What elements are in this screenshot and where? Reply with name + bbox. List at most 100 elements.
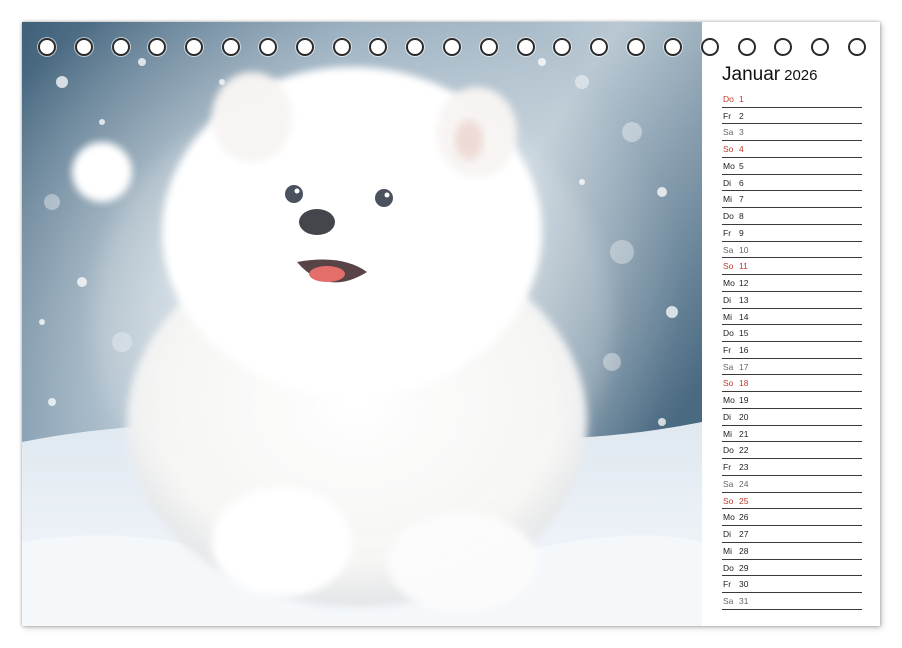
day-weekday: Fr (723, 345, 732, 356)
month-name: Januar (722, 64, 781, 85)
day-weekday: Mi (723, 311, 732, 322)
day-weekday: Mo (723, 278, 735, 289)
day-list: Do 1 Fr 2 Sa 3 So 4 Mo 5 Di 6 Mi 7 Do 8 Fr 9 Sa 10 So 11 Mo 12 D… (722, 91, 862, 610)
day-number: 23 (739, 462, 749, 473)
binding-ring (148, 38, 167, 56)
day-number: 30 (739, 579, 749, 590)
day-number: 31 (739, 596, 749, 607)
day-row: Do 1 (722, 91, 862, 108)
day-weekday: Sa (723, 127, 734, 138)
day-row: Do 15 (722, 325, 862, 343)
day-row: Mi 14 (722, 309, 862, 326)
day-number: 11 (739, 261, 748, 272)
binding-ring (590, 38, 609, 56)
day-number: 21 (739, 428, 749, 439)
day-number: 14 (739, 311, 749, 322)
day-row: Sa 3 (722, 124, 862, 142)
day-row: Mi 21 (722, 426, 862, 443)
day-weekday: Do (723, 445, 734, 456)
binding-ring (295, 38, 314, 56)
month-panel: Januar 2026 Do 1 Fr 2 Sa 3 So 4 Mo 5 Di 6 Mi 7 Do 8 Fr 9 Sa… (722, 22, 880, 626)
binding-ring (258, 38, 277, 56)
day-weekday: Do (723, 562, 734, 573)
day-number: 9 (739, 227, 744, 238)
day-weekday: Fr (723, 110, 732, 121)
day-row: Sa 31 (722, 593, 862, 610)
day-weekday: Fr (723, 227, 732, 238)
binding-ring (111, 38, 130, 56)
day-weekday: Do (723, 94, 734, 104)
day-number: 15 (739, 328, 749, 339)
day-weekday: Mo (723, 512, 735, 523)
month-year: 2026 (784, 67, 818, 84)
day-row: Do 29 (722, 560, 862, 577)
day-weekday: Sa (723, 244, 734, 255)
day-row: Do 22 (722, 442, 862, 460)
day-row: Fr 30 (722, 576, 862, 594)
day-weekday: Sa (723, 361, 734, 372)
binding-ring (38, 38, 56, 56)
binding-ring (443, 38, 461, 56)
binding-ring (74, 38, 93, 56)
day-weekday: So (723, 495, 734, 506)
day-row: So 11 (722, 258, 862, 276)
day-row: Sa 17 (722, 359, 862, 376)
day-row: Di 6 (722, 175, 862, 192)
day-weekday: Sa (723, 596, 734, 607)
day-weekday: Sa (723, 478, 734, 489)
day-weekday: Di (723, 294, 732, 305)
day-weekday: Do (723, 211, 734, 222)
day-number: 20 (739, 411, 749, 422)
month-title: Januar 2026 (722, 64, 817, 86)
snowball (72, 142, 132, 202)
day-weekday: Do (723, 328, 734, 339)
day-weekday: So (723, 261, 734, 272)
day-row: Do 8 (722, 208, 862, 225)
day-number: 24 (739, 478, 749, 489)
day-weekday: Fr (723, 579, 732, 590)
day-number: 29 (739, 562, 749, 573)
puppy-illustration (22, 22, 702, 626)
day-number: 16 (739, 345, 749, 356)
day-weekday: Fr (723, 462, 732, 473)
binding-ring (516, 38, 535, 56)
day-weekday: Mi (723, 545, 732, 556)
day-row: Di 20 (722, 409, 862, 426)
day-number: 12 (739, 278, 749, 289)
day-row: Mo 5 (722, 158, 862, 175)
day-row: Sa 24 (722, 476, 862, 493)
day-number: 1 (739, 94, 744, 104)
day-weekday: Di (723, 411, 732, 422)
day-row: Mo 26 (722, 509, 862, 527)
day-weekday: Di (723, 529, 732, 540)
day-number: 17 (739, 361, 749, 372)
binding-ring (406, 38, 425, 56)
day-row: Fr 16 (722, 342, 862, 359)
day-row: Di 27 (722, 526, 862, 543)
day-number: 5 (739, 160, 744, 171)
day-number: 4 (739, 144, 744, 155)
day-row: So 18 (722, 375, 862, 393)
day-row: Mo 19 (722, 392, 862, 409)
day-weekday: So (723, 144, 734, 155)
binding-ring (553, 38, 572, 56)
day-weekday: Mi (723, 194, 732, 205)
day-number: 22 (739, 445, 749, 456)
day-row: Sa 10 (722, 242, 862, 259)
binding-ring (627, 38, 646, 56)
binding-ring (663, 38, 682, 56)
day-number: 7 (739, 194, 744, 205)
binding-ring (185, 38, 204, 56)
day-row: Mo 12 (722, 275, 862, 292)
binding-ring (222, 38, 241, 56)
puppy-photo (22, 22, 702, 626)
day-weekday: So (723, 378, 734, 389)
day-number: 26 (739, 512, 749, 523)
day-weekday: Mi (723, 428, 732, 439)
day-number: 25 (739, 495, 749, 506)
binding-ring (479, 38, 498, 56)
day-weekday: Di (723, 177, 732, 188)
day-row: Mi 28 (722, 543, 862, 560)
day-row: So 4 (722, 141, 862, 158)
day-number: 27 (739, 529, 749, 540)
